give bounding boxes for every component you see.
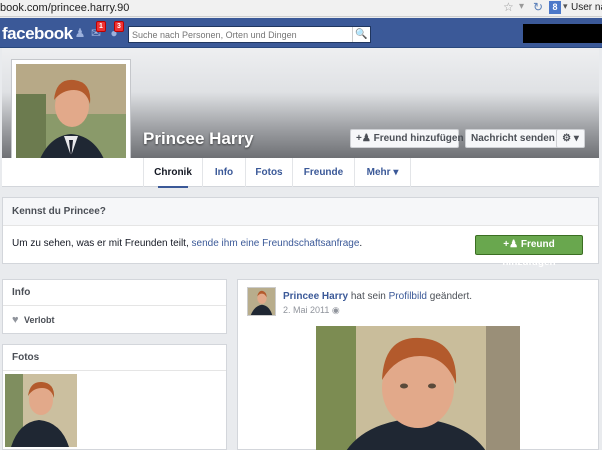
send-message-button[interactable]: Nachricht senden (465, 129, 558, 148)
messages-icon[interactable]: ✉ 1 (89, 21, 106, 40)
know-text-suffix: . (359, 238, 363, 249)
notifications-icon[interactable]: ● 3 (107, 21, 124, 40)
post-date-label: 2. Mai 2011 (283, 305, 330, 315)
add-friend-label: Freund hinzufügen (373, 133, 464, 144)
heart-icon: ♥ (12, 314, 19, 326)
info-box: Info ♥ Verlobt (2, 279, 227, 334)
profile-picture-link[interactable]: Profilbild (389, 291, 427, 302)
search-input[interactable] (129, 27, 349, 42)
relationship-label: Verlobt (24, 315, 55, 325)
fotos-heading[interactable]: Fotos (3, 345, 226, 371)
add-friend-icon: +♟ (503, 239, 519, 250)
bookmark-star-icon[interactable]: ☆ (503, 0, 514, 14)
add-friend-green-button[interactable]: +♟ Freund hinzufügen (475, 235, 583, 268)
fotos-box: Fotos (2, 344, 227, 450)
google-search-icon[interactable]: 8 (549, 1, 561, 14)
notification-badge: 3 (114, 21, 124, 32)
post-headline: Princee Harry hat sein Profilbild geände… (283, 291, 472, 302)
gear-menu-button[interactable]: ⚙ ▾ (556, 129, 585, 148)
chevron-down-icon[interactable]: ▾ (563, 1, 568, 12)
post-action: hat sein (350, 291, 386, 302)
search-box: 🔍 (128, 26, 371, 43)
tab-mehr-label: Mehr (366, 167, 391, 178)
relationship-status: ♥ Verlobt (12, 314, 55, 326)
address-bar[interactable]: book.com/princee.harry.90 (0, 2, 129, 14)
add-friend-icon: +♟ (356, 133, 371, 144)
chevron-down-icon: ▾ (393, 167, 399, 178)
globe-icon: ◉ (331, 305, 340, 315)
refresh-icon[interactable]: ↻ (533, 0, 543, 14)
tab-info[interactable]: Info (203, 158, 246, 187)
profile-tabs: Chronik Info Fotos Freunde Mehr ▾ (2, 158, 599, 188)
post-author-link[interactable]: Princee Harry (283, 291, 348, 302)
browser-toolbar: book.com/princee.harry.90 ☆ ▾ ↻ 8 ▾ User… (0, 0, 602, 17)
friend-request-link[interactable]: sende ihm eine Freundschaftsanfrage (192, 238, 360, 249)
post-photo[interactable] (316, 326, 520, 450)
know-text-body: Um zu sehen, was er mit Freunden teilt, (12, 238, 189, 249)
tab-freunde[interactable]: Freunde (293, 158, 355, 187)
photo-thumbnail[interactable] (5, 374, 77, 447)
friend-requests-icon[interactable]: ♟ (73, 26, 87, 40)
know-person-box: Kennst du Princee? Um zu sehen, was er m… (2, 197, 599, 268)
post-date[interactable]: 2. Mai 2011 ◉ (283, 305, 340, 316)
search-icon[interactable]: 🔍 (352, 27, 370, 42)
facebook-header: facebook ♟ ✉1 ●3 🔍 (0, 18, 602, 48)
know-heading: Kennst du Princee? (3, 198, 598, 226)
add-friend-button[interactable]: +♟ Freund hinzufügen (350, 129, 464, 148)
post-verb: geändert. (429, 291, 473, 302)
tab-fotos[interactable]: Fotos (246, 158, 293, 187)
profile-photo-image (16, 64, 126, 170)
post-author-avatar[interactable] (247, 287, 276, 316)
profile-name: Princee Harry (143, 129, 254, 148)
tab-mehr[interactable]: Mehr ▾ (355, 158, 411, 187)
chevron-down-icon[interactable]: ▾ (519, 1, 524, 12)
facebook-logo[interactable]: facebook (2, 24, 73, 44)
tab-chronik[interactable]: Chronik (143, 158, 203, 188)
friend-badge: 1 (96, 21, 106, 32)
redacted-box (523, 24, 602, 43)
timeline-post: Princee Harry hat sein Profilbild geände… (237, 279, 599, 450)
info-heading[interactable]: Info (3, 280, 226, 306)
user-menu[interactable]: User na (571, 2, 602, 13)
know-text: Um zu sehen, was er mit Freunden teilt, … (12, 238, 362, 249)
